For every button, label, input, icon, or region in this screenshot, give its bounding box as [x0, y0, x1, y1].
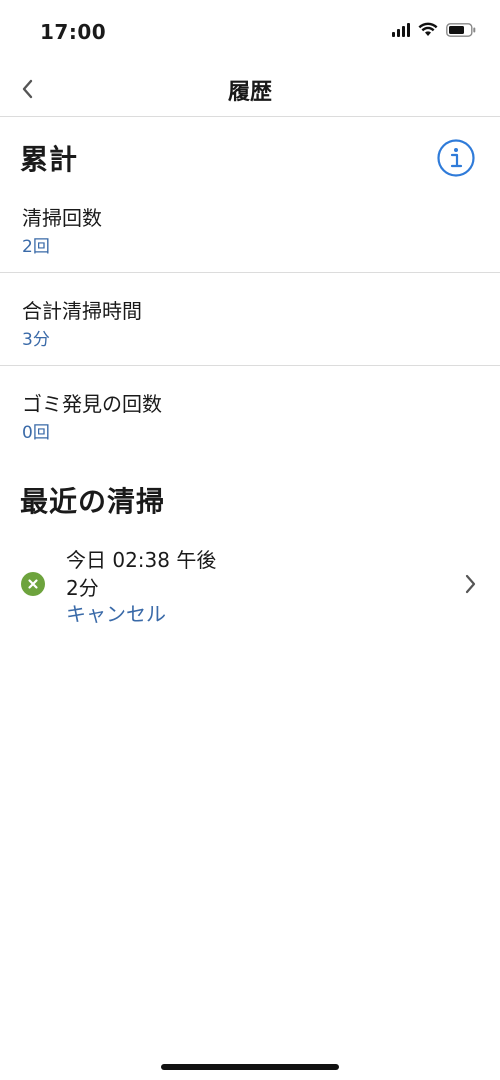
- stat-label: 合計清掃時間: [22, 299, 142, 323]
- recent-item-date: 今日 02:38 午後: [66, 548, 217, 572]
- status-icons: [392, 22, 476, 37]
- battery-icon: [446, 22, 476, 37]
- stat-value: 0回: [22, 423, 50, 443]
- status-time: 17:00: [40, 20, 107, 44]
- status-bar: 17:00: [0, 0, 500, 62]
- stat-label: ゴミ発見の回数: [22, 392, 162, 416]
- divider: [0, 272, 500, 273]
- nav-bar: 履歴: [0, 62, 500, 117]
- chevron-right-icon: [465, 574, 476, 594]
- close-icon: [28, 579, 38, 589]
- stat-label: 清掃回数: [22, 206, 102, 230]
- recent-section-title: 最近の清掃: [20, 485, 166, 518]
- page-title: 履歴: [227, 80, 272, 105]
- info-button[interactable]: [436, 138, 476, 178]
- info-icon: [437, 139, 475, 177]
- stat-value: 2回: [22, 237, 50, 257]
- wifi-icon: [418, 22, 438, 36]
- recent-item-status: キャンセル: [66, 602, 166, 626]
- divider: [0, 365, 500, 366]
- summary-section-title: 累計: [20, 143, 79, 176]
- recent-item-duration: 2分: [66, 576, 99, 600]
- cancelled-status-icon: [21, 572, 45, 596]
- recent-cleaning-item[interactable]: 今日 02:38 午後 2分 キャンセル: [0, 540, 500, 630]
- stat-value: 3分: [22, 330, 50, 350]
- home-indicator[interactable]: [161, 1064, 339, 1070]
- cellular-signal-icon: [392, 22, 410, 37]
